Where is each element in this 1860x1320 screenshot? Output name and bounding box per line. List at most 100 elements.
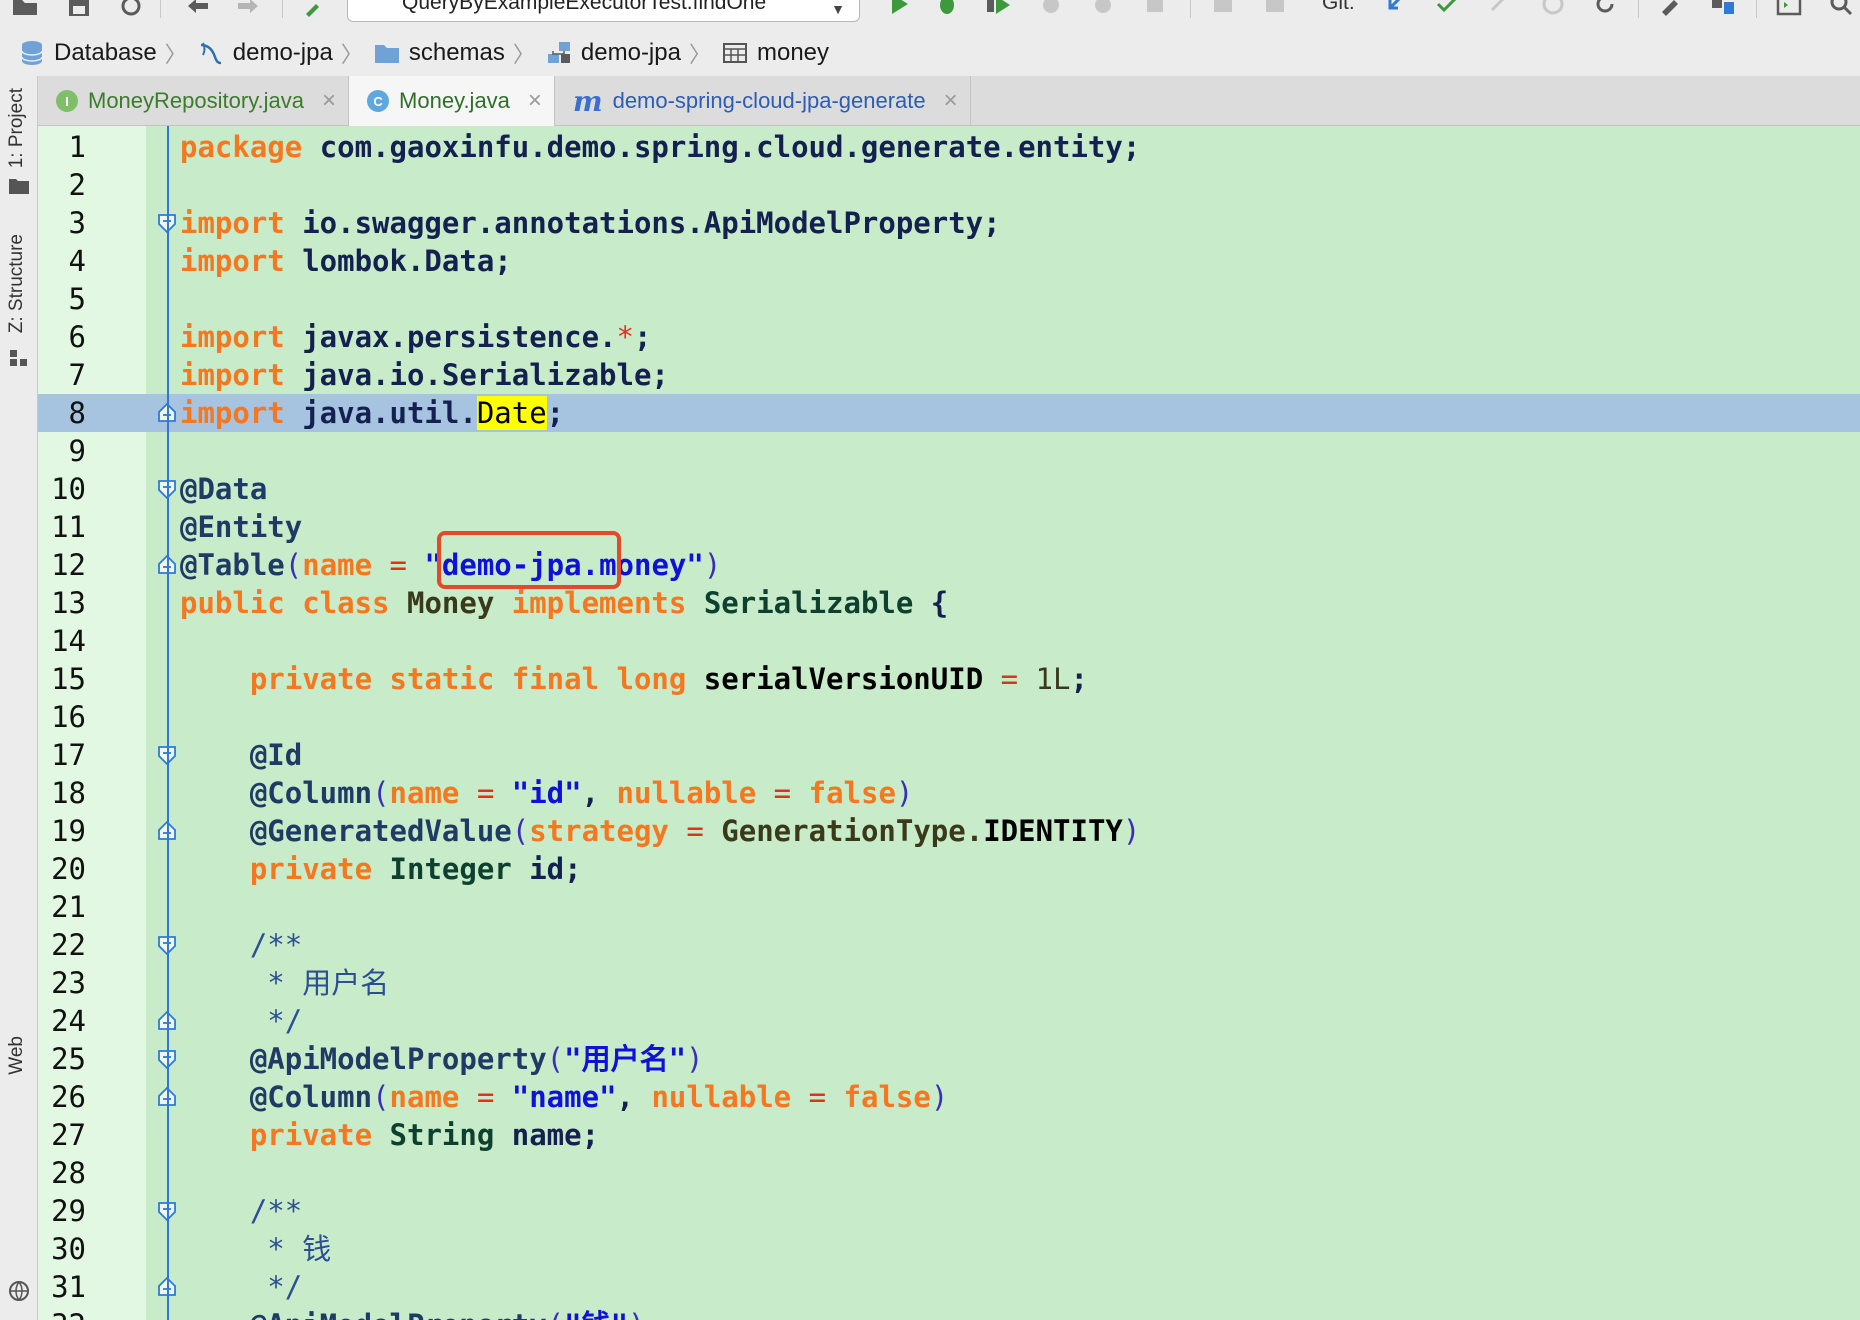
coverage-icon[interactable] — [984, 0, 1014, 18]
breadcrumb-database[interactable]: Database — [18, 32, 157, 74]
code-line[interactable]: 27 private String name; — [38, 1116, 1860, 1154]
code-line[interactable]: 31 */ — [38, 1268, 1860, 1306]
code-line[interactable]: 21 — [38, 888, 1860, 926]
code-line[interactable]: 12 @Table(name = "demo-jpa.money") — [38, 546, 1860, 584]
code-line[interactable]: 29 /** — [38, 1192, 1860, 1230]
run-icon[interactable] — [884, 0, 914, 18]
close-icon[interactable]: × — [944, 87, 958, 115]
code-line[interactable]: 6 import javax.persistence.*; — [38, 318, 1860, 356]
code-line[interactable]: 15 private static final long serialVersi… — [38, 660, 1860, 698]
line-number: 6 — [68, 320, 86, 354]
breadcrumb-schemas[interactable]: schemas — [373, 32, 505, 74]
code-line[interactable]: 11 @Entity — [38, 508, 1860, 546]
web-tool-button[interactable]: Web — [6, 1036, 28, 1075]
tab-label: Money.java — [399, 88, 510, 113]
vcs-push-icon[interactable] — [1260, 0, 1290, 18]
attach-icon[interactable] — [1088, 0, 1118, 18]
code-token: ) — [703, 548, 722, 582]
code-line[interactable]: 2 — [38, 166, 1860, 204]
code-line[interactable]: 17 @Id — [38, 736, 1860, 774]
code-line[interactable]: 25 @ApiModelProperty("用户名") — [38, 1040, 1860, 1078]
search-icon[interactable] — [1826, 0, 1856, 18]
main-toolbar: QueryByExampleExecutorTest.findOne ▼ Git… — [0, 0, 1860, 30]
breadcrumb-label: money — [756, 39, 830, 66]
code-line[interactable]: 24 */ — [38, 1002, 1860, 1040]
code-line[interactable]: 13 public class Money implements Serializ… — [38, 584, 1860, 622]
save-icon[interactable] — [64, 0, 94, 18]
run-configuration-selector[interactable]: QueryByExampleExecutorTest.findOne ▼ — [347, 0, 860, 22]
code-line[interactable]: 18 @Column(name = "id", nullable = false… — [38, 774, 1860, 812]
code-line[interactable]: 5 — [38, 280, 1860, 318]
code-token: io.swagger.annotations.ApiModelProperty — [302, 206, 984, 240]
toolbar-separator — [282, 0, 283, 18]
debug-icon[interactable] — [932, 0, 962, 18]
terminal-icon[interactable] — [1774, 0, 1804, 18]
breadcrumb-table[interactable]: money — [721, 32, 829, 74]
code-editor[interactable]: 1 package com.gaoxinfu.demo.spring.cloud.… — [38, 126, 1860, 1320]
stop-icon[interactable] — [1140, 0, 1170, 18]
code-token: private — [249, 1118, 390, 1152]
breadcrumb-schema[interactable]: demo-jpa — [545, 32, 681, 74]
code-token: /** — [249, 1194, 303, 1228]
git-push-icon[interactable] — [1484, 0, 1514, 18]
close-icon[interactable]: × — [528, 87, 542, 115]
code-token: public class — [180, 586, 407, 620]
code-line[interactable]: 9 — [38, 432, 1860, 470]
code-token: "钱" — [564, 1308, 628, 1320]
code-token: false — [843, 1080, 931, 1114]
close-icon[interactable]: × — [322, 87, 336, 115]
code-line[interactable]: 30 * 钱 — [38, 1230, 1860, 1268]
code-line[interactable]: 23 * 用户名 — [38, 964, 1860, 1002]
vcs-update-icon[interactable] — [1208, 0, 1238, 18]
code-line[interactable]: 32 @ApiModelProperty("钱") — [38, 1306, 1860, 1320]
database-icon — [21, 41, 43, 65]
git-update-icon[interactable] — [1380, 0, 1410, 18]
toolbar-separator — [1638, 0, 1639, 18]
open-icon[interactable] — [10, 0, 40, 18]
tab-maven-module[interactable]: m demo-spring-cloud-jpa-generate × — [555, 76, 971, 126]
breadcrumb-datasource[interactable]: demo-jpa — [197, 32, 333, 74]
code-line[interactable]: 22 /** — [38, 926, 1860, 964]
toolbar-separator — [160, 0, 161, 18]
line-number: 11 — [51, 510, 86, 544]
line-number: 13 — [51, 586, 86, 620]
editor-tabs: I MoneyRepository.java × C Money.java × … — [38, 76, 1860, 126]
project-structure-icon[interactable] — [1708, 0, 1738, 18]
code-line[interactable]: 14 — [38, 622, 1860, 660]
code-text: @GeneratedValue(strategy = GenerationTyp… — [180, 812, 1141, 850]
git-commit-icon[interactable] — [1432, 0, 1462, 18]
code-line[interactable]: 16 — [38, 698, 1860, 736]
revert-icon[interactable] — [1590, 0, 1620, 18]
code-token: ; — [983, 206, 1001, 240]
code-line[interactable]: 20 private Integer id; — [38, 850, 1860, 888]
tab-money-repository[interactable]: I MoneyRepository.java × — [38, 76, 350, 126]
code-line[interactable]: 26 @Column(name = "name", nullable = fal… — [38, 1078, 1860, 1116]
undo-icon[interactable] — [182, 0, 212, 18]
settings-icon[interactable] — [1656, 0, 1686, 18]
profile-icon[interactable] — [1036, 0, 1066, 18]
code-line[interactable]: 7 import java.io.Serializable; — [38, 356, 1860, 394]
build-icon[interactable] — [300, 0, 330, 18]
code-token: * 钱 — [249, 1232, 332, 1266]
code-line[interactable]: 28 — [38, 1154, 1860, 1192]
line-number: 20 — [51, 852, 86, 886]
code-line[interactable]: 4 import lombok.Data; — [38, 242, 1860, 280]
code-line[interactable]: 10 @Data — [38, 470, 1860, 508]
code-token: ( — [511, 814, 530, 848]
code-token: ( — [546, 1042, 565, 1076]
code-token: import — [180, 396, 303, 430]
code-line[interactable]: 3 import io.swagger.annotations.ApiModelP… — [38, 204, 1860, 242]
code-token: "name" — [511, 1080, 617, 1114]
code-line[interactable]: 19 @GeneratedValue(strategy = Generation… — [38, 812, 1860, 850]
project-tool-button[interactable]: 1: Project — [6, 88, 28, 168]
code-token: @GeneratedValue — [249, 814, 512, 848]
structure-tool-button[interactable]: Z: Structure — [6, 234, 28, 333]
code-token: javax.persistence. — [302, 320, 617, 354]
code-line[interactable]: 8 import java.util.Date; — [38, 394, 1860, 432]
history-icon[interactable] — [1538, 0, 1568, 18]
sync-icon[interactable] — [116, 0, 146, 18]
tab-money-java[interactable]: C Money.java × — [349, 76, 555, 126]
code-line[interactable]: 1 package com.gaoxinfu.demo.spring.cloud.… — [38, 128, 1860, 166]
redo-icon[interactable] — [234, 0, 264, 18]
line-number: 24 — [51, 1004, 86, 1038]
